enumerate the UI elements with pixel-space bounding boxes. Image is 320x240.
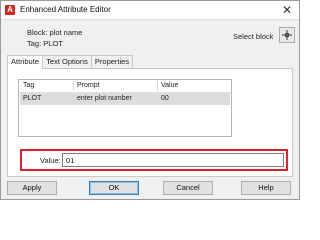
tab-properties[interactable]: Properties (91, 55, 133, 68)
app-icon-letter: A (7, 5, 13, 14)
tab-text-options[interactable]: Text Options (42, 55, 92, 68)
close-icon[interactable]: ✕ (279, 2, 295, 18)
table-row[interactable]: PLOT enter plot number 00 (20, 93, 230, 105)
tag-name-text: Tag: PLOT (27, 39, 63, 48)
cancel-button[interactable]: Cancel (163, 181, 213, 195)
column-separator (157, 81, 158, 91)
attribute-list[interactable]: Tag Prompt Value PLOT enter plot number … (18, 79, 232, 137)
enhanced-attribute-editor-dialog: A Enhanced Attribute Editor ✕ Block: plo… (0, 0, 300, 200)
apply-button[interactable]: Apply (7, 181, 57, 195)
row-value-cell: 00 (161, 95, 169, 102)
column-header-value[interactable]: Value (161, 80, 178, 92)
select-block-label: Select block (233, 32, 274, 41)
help-button[interactable]: Help (241, 181, 291, 195)
tab-attribute[interactable]: Attribute (7, 55, 43, 69)
column-header-tag[interactable]: Tag (23, 80, 34, 92)
pick-cursor-icon (282, 30, 292, 40)
title-bar[interactable]: A Enhanced Attribute Editor ✕ (1, 1, 299, 20)
ok-button[interactable]: OK (89, 181, 139, 195)
value-field-highlight: Value: (20, 149, 288, 171)
column-separator (73, 81, 74, 91)
window-title: Enhanced Attribute Editor (20, 5, 111, 14)
column-header-prompt[interactable]: Prompt (77, 80, 100, 92)
row-tag-cell: PLOT (23, 95, 42, 102)
value-input[interactable] (62, 153, 284, 167)
value-label: Value: (40, 156, 61, 165)
autocad-app-icon: A (5, 5, 15, 15)
list-header: Tag Prompt Value (19, 80, 231, 93)
select-block-button[interactable] (279, 27, 295, 43)
row-prompt-cell: enter plot number (77, 95, 132, 102)
block-name-text: Block: plot name (27, 28, 83, 37)
